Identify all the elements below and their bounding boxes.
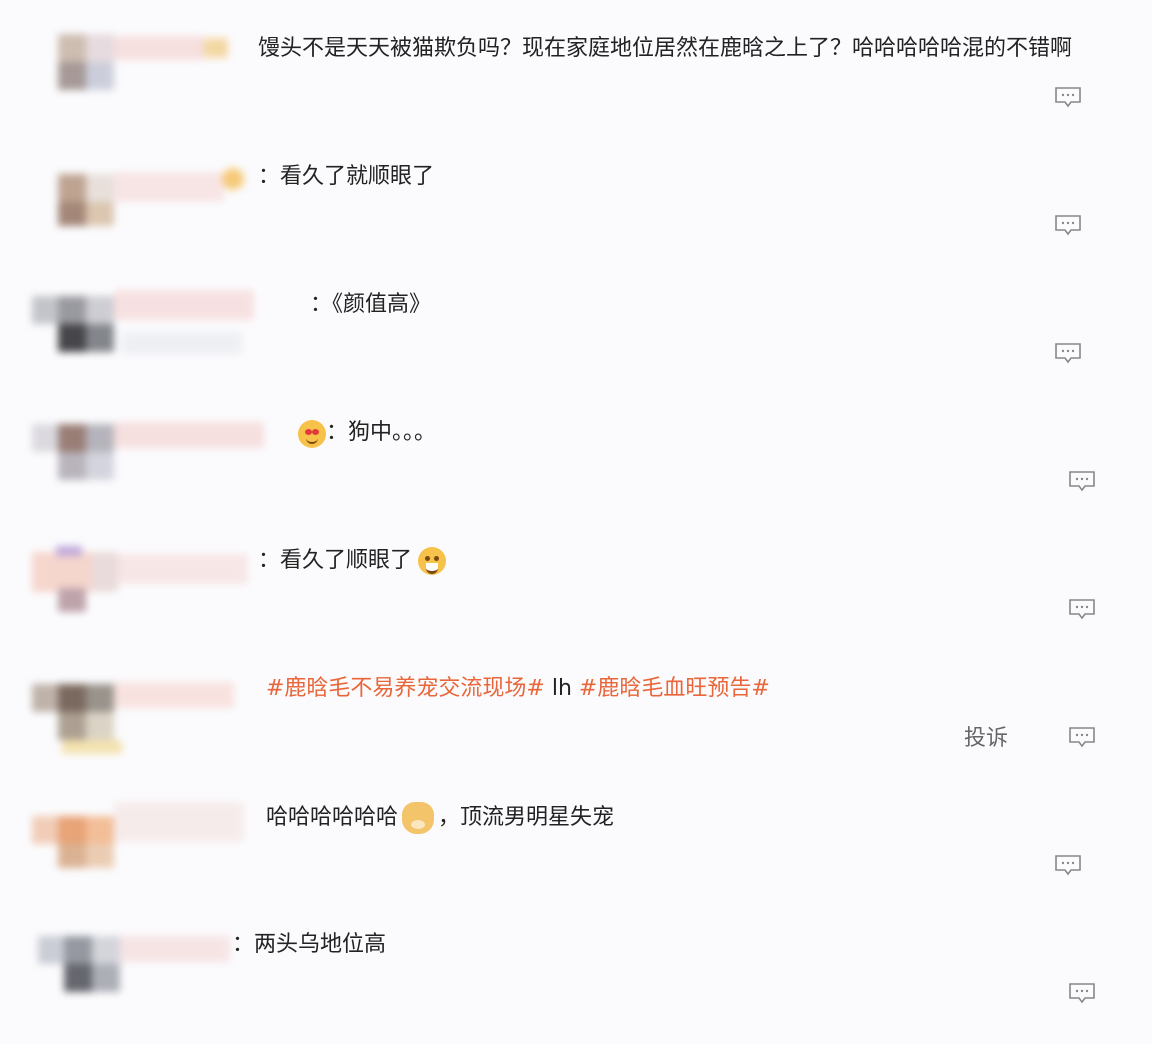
- heart-eyes-emoji-icon: [298, 420, 326, 448]
- comment-reply-icon[interactable]: [1068, 726, 1096, 748]
- avatar[interactable]: [32, 410, 264, 484]
- comment-reply-icon[interactable]: [1054, 854, 1082, 876]
- avatar[interactable]: [32, 922, 252, 996]
- avatar[interactable]: [32, 154, 252, 228]
- hashtag-link[interactable]: #鹿晗毛血旺预告#: [579, 676, 770, 701]
- comment-text: ：狗中。。。: [326, 420, 437, 445]
- avatar[interactable]: [32, 538, 252, 612]
- avatar[interactable]: [32, 26, 252, 100]
- comment-text: ：看久了顺眼了: [258, 546, 448, 576]
- comment-item: 馒头不是天天被猫欺负吗？现在家庭地位居然在鹿晗之上了？哈哈哈哈哈混的不错啊: [0, 20, 1152, 148]
- comment-reply-icon[interactable]: [1054, 342, 1082, 364]
- comment-item: ：《颜值高》: [0, 276, 1152, 404]
- comment-text: 馒头不是天天被猫欺负吗？现在家庭地位居然在鹿晗之上了？哈哈哈哈哈混的不错啊: [258, 36, 1073, 61]
- comment-reply-icon[interactable]: [1068, 598, 1096, 620]
- comment-text: ：两头乌地位高: [232, 932, 387, 957]
- comment-item: ：两头乌地位高: [0, 916, 1152, 1044]
- comment-item: ：看久了就顺眼了: [0, 148, 1152, 276]
- comment-text: 哈哈哈哈哈哈 ，顶流男明星失宠: [266, 802, 614, 834]
- comment-item: ：狗中。。。: [0, 404, 1152, 532]
- laughing-emoji-icon: [418, 547, 447, 575]
- hashtag-link[interactable]: #鹿晗毛不易养宠交流现场#: [266, 676, 545, 701]
- comment-item: ：看久了顺眼了: [0, 532, 1152, 660]
- report-button[interactable]: 投诉: [964, 724, 1008, 754]
- avatar[interactable]: [32, 666, 252, 754]
- comment-text: #鹿晗毛不易养宠交流现场# lh #鹿晗毛血旺预告#: [266, 676, 770, 701]
- comment-reply-icon[interactable]: [1054, 214, 1082, 236]
- avatar[interactable]: [32, 794, 252, 868]
- comment-item: #鹿晗毛不易养宠交流现场# lh #鹿晗毛血旺预告# 投诉: [0, 660, 1152, 788]
- comment-reply-icon[interactable]: [1054, 86, 1082, 108]
- comment-item: 哈哈哈哈哈哈 ，顶流男明星失宠: [0, 788, 1152, 916]
- comment-text: ：看久了就顺眼了: [258, 164, 435, 189]
- comment-text: ：《颜值高》: [310, 292, 432, 317]
- doge-emoji-icon: [402, 802, 435, 834]
- comment-reply-icon[interactable]: [1068, 470, 1096, 492]
- avatar[interactable]: [32, 282, 254, 356]
- comment-reply-icon[interactable]: [1068, 982, 1096, 1004]
